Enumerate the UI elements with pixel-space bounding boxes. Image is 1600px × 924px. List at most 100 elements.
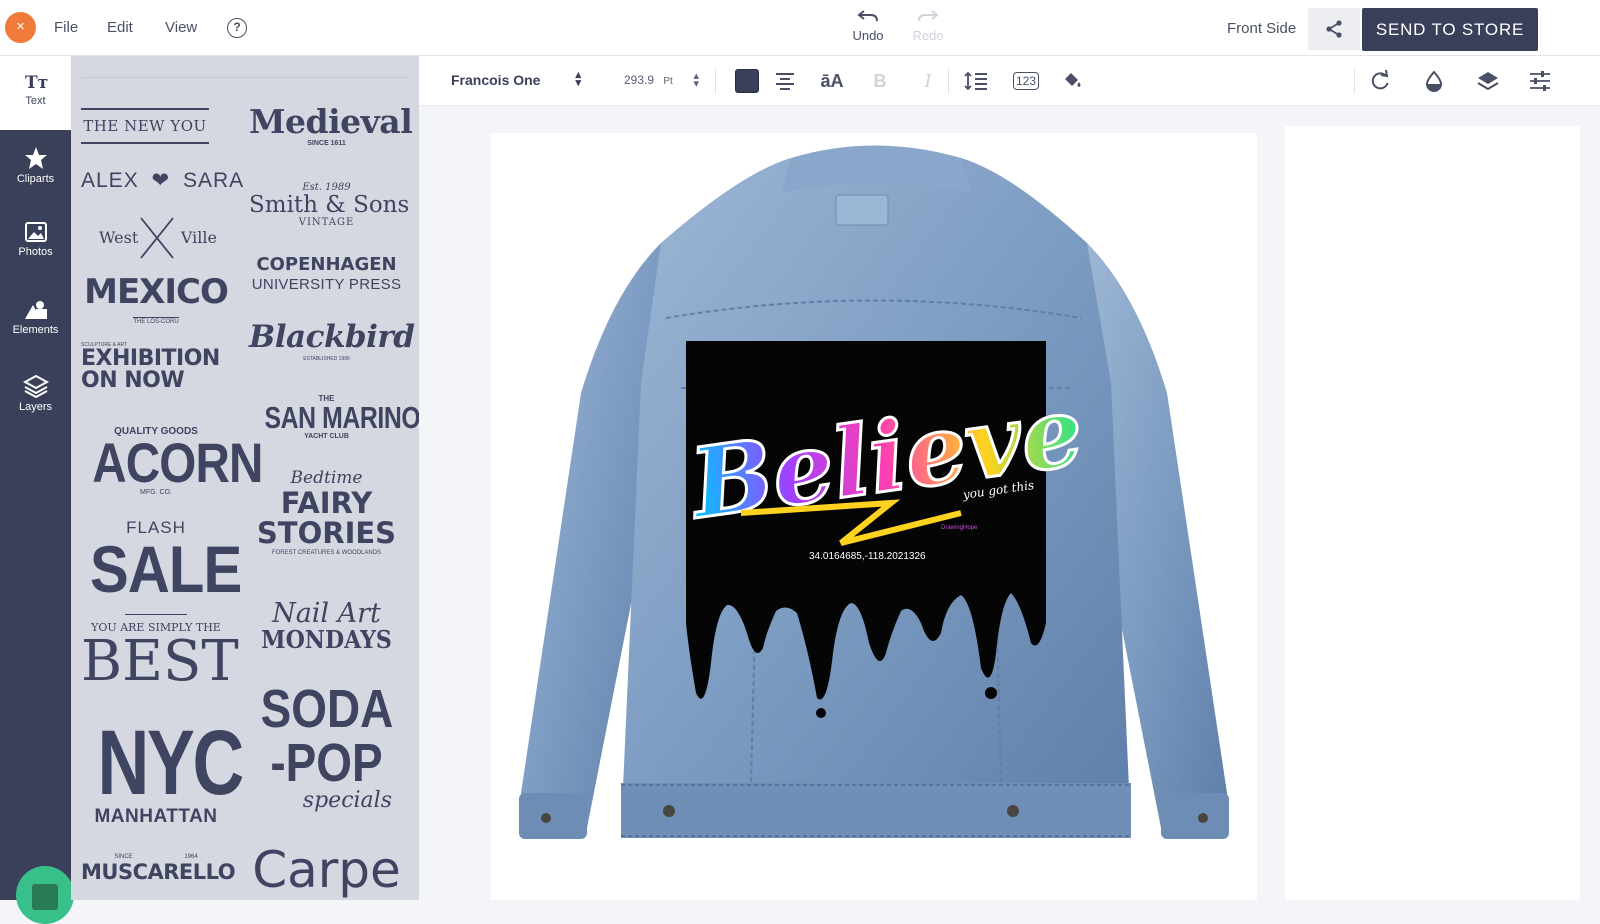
rail-item-label: Layers (18, 401, 53, 413)
template-text: MUSCARELLO (81, 860, 236, 884)
menu-view[interactable]: View (165, 19, 197, 36)
line-spacing-button[interactable] (963, 68, 989, 94)
template-text: ON NOW (81, 368, 185, 393)
svg-text:Tт: Tт (25, 73, 48, 92)
rail-item-label: Elements (12, 324, 59, 336)
rail-item-cliparts[interactable]: Cliparts (0, 146, 71, 185)
opacity-button[interactable] (1421, 68, 1447, 94)
template-smith-sons[interactable]: Est. 1989 Smith & Sons VINTAGE (249, 182, 409, 228)
undo-icon (857, 10, 878, 22)
template-medieval[interactable]: Medieval SINCE 1611 (249, 102, 413, 148)
redo-label: Redo (912, 28, 944, 43)
template-text: EXHIBITION (81, 346, 220, 371)
template-soda-pop[interactable]: SODA -POP specials (249, 682, 404, 812)
template-subtext: FOREST CREATURES & WOODLANDS (271, 550, 382, 556)
template-blackbird[interactable]: Blackbird ESTABLISHED 1996 (249, 318, 415, 362)
template-text: THE NEW YOU (83, 117, 207, 135)
font-size-input[interactable]: 293.9 Pt ▴ ▾ (624, 70, 699, 90)
template-nail-art[interactable]: Nail Art MONDAYS (249, 600, 404, 652)
text-icon: Tт (25, 73, 48, 92)
undo-button[interactable]: Undo (846, 8, 890, 43)
template-exhibition[interactable]: SCULPTURE & ART EXHIBITION ON NOW (81, 342, 231, 392)
italic-button[interactable]: I (915, 68, 941, 94)
template-acorn[interactable]: QUALITY GOODS ACORN MFG. CO. (81, 426, 263, 496)
template-flash-sale[interactable]: FLASH SALE (81, 518, 242, 606)
divider (715, 68, 716, 94)
menu-file[interactable]: File (54, 19, 78, 36)
template-subtext: specials (302, 788, 392, 813)
text-case-button[interactable]: āA (819, 68, 845, 94)
template-text: MONDAYS (261, 625, 392, 654)
divider (948, 68, 949, 94)
template-text: NYC (97, 712, 245, 814)
template-text: FAIRY (280, 486, 373, 520)
rail-item-photos[interactable]: Photos (0, 221, 71, 258)
template-text: SODA (260, 679, 394, 739)
font-size-value: 293.9 (624, 73, 655, 87)
layers-icon (22, 374, 49, 398)
side-selector[interactable]: Front Side (1227, 20, 1296, 37)
template-text: BEST (81, 629, 239, 694)
close-button[interactable]: × (5, 12, 36, 43)
template-nyc[interactable]: NYC MANHATTAN (81, 712, 245, 828)
font-size-unit: Pt (663, 76, 673, 87)
design-canvas[interactable]: Believe you got this DrawingHope 34.0164… (491, 133, 1257, 900)
template-the-new-you[interactable]: THE NEW YOU (81, 108, 209, 144)
template-san-marino[interactable]: THE SAN MARINO YACHT CLUB (249, 394, 420, 440)
star-icon (24, 147, 47, 169)
share-button[interactable] (1308, 8, 1360, 50)
fill-button[interactable] (1059, 68, 1085, 94)
menu-edit[interactable]: Edit (107, 19, 133, 36)
italic-icon: I (924, 70, 932, 92)
paint-bucket-icon (1065, 73, 1081, 87)
template-text: Carpe (252, 841, 401, 899)
jacket-mockup: Believe you got this DrawingHope 34.0164… (519, 145, 1229, 839)
template-carpe[interactable]: Carpe (249, 840, 404, 900)
text-case-icon: āA (820, 70, 844, 91)
template-west-ville[interactable]: West Ville (99, 216, 217, 260)
adjust-button[interactable] (1527, 68, 1553, 94)
text-formatting-toolbar: Francois One ▴ ▾ 293.9 Pt ▴ ▾ āA B I 123 (419, 56, 1600, 106)
send-to-store-button[interactable]: SEND TO STORE (1362, 8, 1538, 51)
rotate-icon (1371, 70, 1389, 90)
divider-ornament (125, 614, 187, 615)
template-text: ALEX (81, 169, 139, 192)
template-text: ACORN (92, 431, 263, 494)
layers-icon (1477, 72, 1499, 91)
template-alex-sara[interactable]: ALEX ❤ SARA (81, 168, 243, 193)
template-text: Ville (180, 228, 217, 247)
bold-button[interactable]: B (867, 68, 893, 94)
align-center-button[interactable] (772, 68, 798, 94)
template-text: Medieval (249, 102, 413, 141)
rail-item-layers[interactable]: Layers (0, 374, 71, 413)
template-copenhagen[interactable]: COPENHAGEN UNIVERSITY PRESS (249, 254, 404, 293)
photo-icon (24, 222, 47, 242)
template-simply-best[interactable]: YOU ARE SIMPLY THE BEST (81, 614, 239, 694)
divider (81, 77, 409, 78)
undo-label: Undo (852, 28, 884, 43)
redo-button[interactable]: Redo (906, 8, 950, 43)
heart-icon: ❤ (151, 169, 171, 192)
arrange-button[interactable] (1475, 68, 1501, 94)
left-rail: Tт Text Cliparts Photos Elements Layers (0, 56, 74, 924)
help-icon[interactable]: ? (227, 18, 247, 38)
template-mexico[interactable]: MEXICO THE LOS-CORU (81, 274, 231, 328)
rail-item-elements[interactable]: Elements (0, 299, 71, 336)
template-fairy-stories[interactable]: Bedtime FAIRY STORIES FOREST CREATURES &… (249, 468, 404, 556)
template-text: SALE (90, 532, 242, 606)
chevron-updown-icon: ▴ ▾ (575, 69, 581, 89)
rail-item-text[interactable]: Tт Text (0, 56, 71, 130)
template-subtext: Bedtime (290, 468, 363, 488)
chevron-updown-icon: ▴ ▾ (693, 70, 699, 90)
number-format-button[interactable]: 123 (1011, 68, 1041, 94)
align-center-icon (776, 73, 794, 90)
font-family-select[interactable]: Francois One ▴ ▾ (451, 69, 581, 89)
divider (1354, 68, 1355, 94)
rotate-button[interactable] (1367, 68, 1393, 94)
text-color-swatch[interactable] (735, 69, 759, 93)
shapes-icon (24, 301, 47, 319)
template-muscarello[interactable]: SINCE 1964 MUSCARELLO (81, 854, 236, 884)
design-coordinates: 34.0164685,-118.2021326 (809, 551, 926, 562)
chat-bubble-button[interactable] (16, 866, 74, 924)
template-text: Blackbird (249, 319, 415, 355)
